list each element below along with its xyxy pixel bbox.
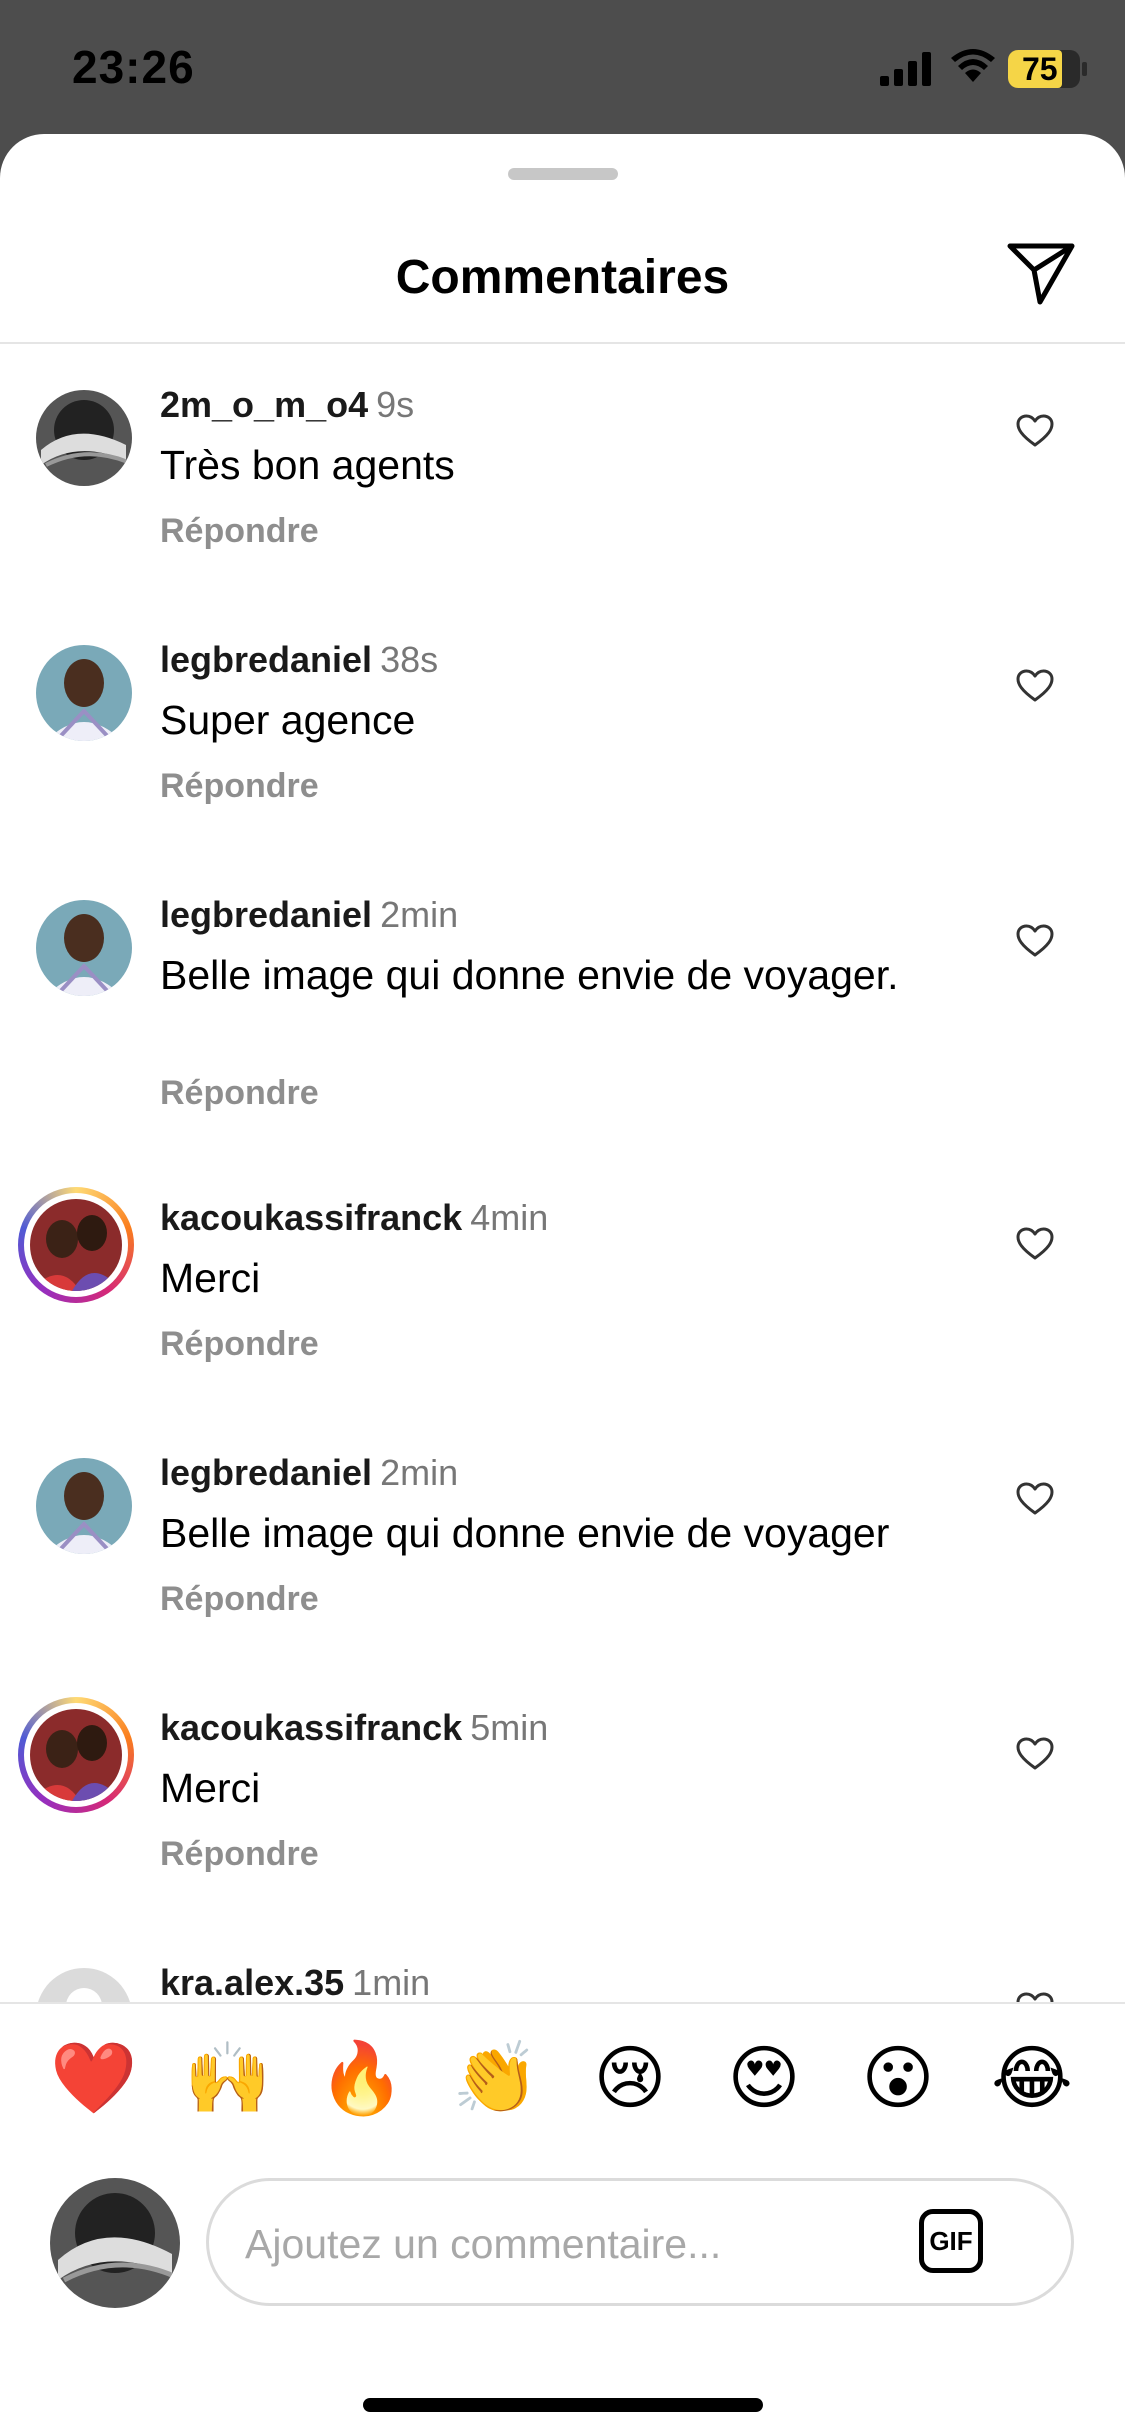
comment-time: 38s — [380, 639, 439, 680]
comment-text: Belle image qui donne envie de voyager — [160, 1510, 890, 1556]
comment-username[interactable]: legbredaniel — [160, 894, 372, 935]
status-time: 23:26 — [72, 41, 195, 93]
comment-header: legbredaniel 2min — [160, 894, 458, 936]
reply-button[interactable]: Répondre — [160, 1835, 319, 1874]
status-bar: 23:26 75 — [0, 0, 1125, 134]
comment-text: Merci — [160, 1765, 261, 1811]
emoji-tears-of-joy[interactable]: 😂 — [982, 2028, 1082, 2128]
comment-header: legbredaniel 2min — [160, 1452, 458, 1494]
avatar-with-story-ring[interactable] — [18, 1697, 134, 1813]
avatar-with-story-ring[interactable] — [18, 1187, 134, 1303]
comment-text: Merci — [160, 1255, 261, 1301]
emoji-quick-reactions: ❤️ 🙌 🔥 👏 😢 😍 😮 😂 — [0, 2004, 1125, 2154]
comment-time: 1min — [352, 1962, 431, 2002]
avatar[interactable] — [36, 1458, 132, 1554]
gif-button[interactable]: GIF — [919, 2209, 983, 2273]
comment-time: 9s — [376, 384, 415, 425]
heart-outline-icon[interactable] — [1016, 414, 1054, 448]
emoji-surprised-face[interactable]: 😮 — [848, 2028, 948, 2128]
reply-button[interactable]: Répondre — [160, 1074, 319, 1113]
paper-plane-icon[interactable] — [1006, 240, 1076, 306]
comment-header: legbredaniel 38s — [160, 639, 438, 681]
heart-outline-icon[interactable] — [1016, 1482, 1054, 1516]
sheet-grabber[interactable] — [508, 168, 618, 180]
comments-sheet: Commentaires 2m_o_m_o4 9s Très bon agents… — [0, 134, 1125, 2436]
comment-input-placeholder: Ajoutez un commentaire... — [245, 2221, 722, 2267]
emoji-clapping-hands[interactable]: 👏 — [446, 2028, 546, 2128]
comment-input[interactable]: Ajoutez un commentaire... GIF — [206, 2178, 1074, 2306]
avatar[interactable] — [36, 900, 132, 996]
cellular-signal-icon — [880, 52, 931, 86]
battery-percent: 75 — [1022, 51, 1058, 87]
comment-text: Très bon agents — [160, 442, 455, 488]
heart-outline-icon[interactable] — [1016, 924, 1054, 958]
comment-header: kacoukassifranck 5min — [160, 1707, 548, 1749]
reply-button[interactable]: Répondre — [160, 1325, 319, 1364]
comment-username[interactable]: 2m_o_m_o4 — [160, 384, 368, 425]
home-indicator[interactable] — [363, 2398, 763, 2412]
battery-icon: 75 — [1008, 50, 1080, 88]
emoji-red-heart[interactable]: ❤️ — [44, 2028, 144, 2128]
comment-time: 2min — [380, 894, 459, 935]
avatar[interactable] — [36, 645, 132, 741]
emoji-crying-face[interactable]: 😢 — [580, 2028, 680, 2128]
avatar[interactable] — [36, 1968, 132, 2002]
reply-button[interactable]: Répondre — [160, 767, 319, 806]
emoji-raising-hands[interactable]: 🙌 — [178, 2028, 278, 2128]
battery-tip — [1082, 62, 1087, 76]
comment-username[interactable]: kra.alex.35 — [160, 1962, 344, 2002]
emoji-fire[interactable]: 🔥 — [312, 2028, 412, 2128]
comment-time: 5min — [470, 1707, 549, 1748]
comment-text: Super agence — [160, 697, 416, 743]
comment-username[interactable]: kacoukassifranck — [160, 1707, 462, 1748]
avatar[interactable] — [36, 390, 132, 486]
comment-list[interactable]: 2m_o_m_o4 9s Très bon agents Répondre leg… — [0, 344, 1125, 2002]
heart-outline-icon[interactable] — [1016, 1992, 1054, 2002]
current-user-avatar[interactable] — [50, 2178, 180, 2308]
wifi-icon — [951, 49, 995, 82]
comment-header: 2m_o_m_o4 9s — [160, 384, 414, 426]
comment-text: Belle image qui donne envie de voyager. — [160, 952, 899, 998]
comment-header: kacoukassifranck 4min — [160, 1197, 548, 1239]
comment-time: 4min — [470, 1197, 549, 1238]
comment-username[interactable]: kacoukassifranck — [160, 1197, 462, 1238]
comment-time: 2min — [380, 1452, 459, 1493]
heart-outline-icon[interactable] — [1016, 1737, 1054, 1771]
comment-username[interactable]: legbredaniel — [160, 639, 372, 680]
page-title: Commentaires — [395, 251, 730, 304]
comment-header: kra.alex.35 1min — [160, 1962, 430, 2002]
reply-button[interactable]: Répondre — [160, 1580, 319, 1619]
heart-outline-icon[interactable] — [1016, 1227, 1054, 1261]
emoji-heart-eyes[interactable]: 😍 — [714, 2028, 814, 2128]
heart-outline-icon[interactable] — [1016, 669, 1054, 703]
reply-button[interactable]: Répondre — [160, 512, 319, 551]
comment-username[interactable]: legbredaniel — [160, 1452, 372, 1493]
